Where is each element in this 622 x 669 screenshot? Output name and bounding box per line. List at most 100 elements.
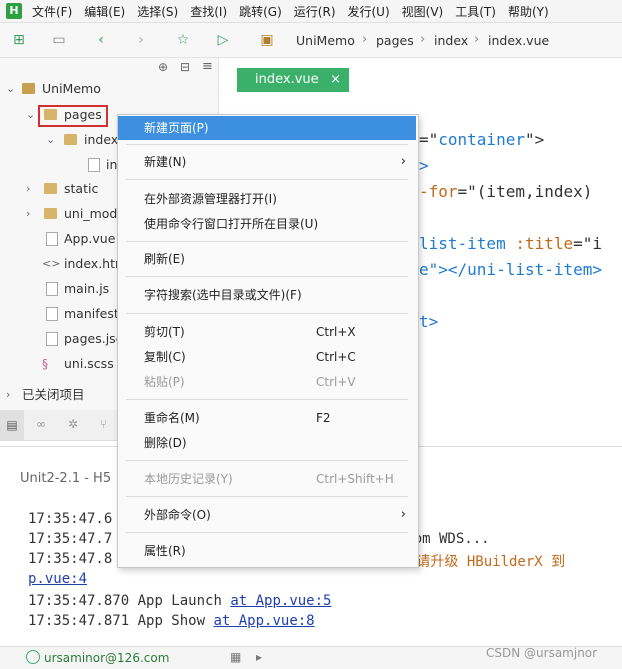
menu-item-local-history[interactable]: 本地历史记录(Y) Ctrl+Shift+H [118, 467, 416, 491]
tab-index-vue[interactable]: index.vue × [237, 68, 349, 92]
menu-item-open-explorer[interactable]: 在外部资源管理器打开(I) [118, 187, 416, 211]
tree-label: manifest [64, 306, 119, 321]
git-icon[interactable]: ⑂ [100, 417, 107, 431]
menu-publish[interactable]: 发行(U) [348, 3, 390, 20]
log-link[interactable]: p.vue:4 [28, 571, 87, 587]
folder-icon [44, 183, 57, 194]
chevron-right-icon: › [362, 32, 368, 47]
menu-select[interactable]: 选择(S) [137, 3, 178, 20]
chevron-down-icon: ⌄ [46, 133, 56, 146]
breadcrumb-project[interactable]: UniMemo [296, 33, 355, 48]
breadcrumb-pages[interactable]: pages [376, 33, 414, 48]
chevron-right-icon: › [400, 507, 406, 522]
back-icon[interactable]: ‹ [92, 31, 110, 49]
code-line: -for="(item,index) [419, 182, 593, 201]
tab-label: index.vue [255, 72, 319, 87]
close-icon[interactable]: × [330, 68, 341, 92]
console-title: Unit2-2.1 - H5 [20, 471, 112, 486]
chevron-down-icon: ⌄ [26, 108, 36, 121]
tree-label: main.js [64, 281, 110, 296]
chevron-right-icon: › [26, 207, 31, 220]
save-icon[interactable]: ▭ [50, 31, 68, 49]
statusbar: ursaminor@126.com ▦ ▸ CSDN @ursamjnor [0, 646, 622, 669]
menu-item-external-command[interactable]: 外部命令(O) › [118, 503, 416, 527]
terminal-icon[interactable]: ▸ [256, 650, 262, 664]
menu-item-new[interactable]: 新建(N) › [118, 150, 416, 174]
watermark: CSDN @ursamjnor [486, 646, 598, 660]
layout-icon[interactable]: ▦ [230, 650, 241, 664]
chevron-right-icon: › [400, 154, 406, 169]
menu-item-cut[interactable]: 剪切(T) Ctrl+X [118, 320, 416, 344]
code-line: t> [419, 312, 439, 331]
chevron-right-icon: › [6, 388, 11, 401]
menu-edit[interactable]: 编辑(E) [84, 3, 125, 20]
star-icon[interactable]: ☆ [174, 31, 192, 49]
collapse-icon[interactable]: ⊟ [180, 60, 190, 74]
log-link[interactable]: at App.vue:5 [230, 593, 331, 609]
log-line: 17:35:47.871 App Show at App.vue:8 [28, 613, 315, 629]
binoculars-icon[interactable]: ∞ [36, 417, 46, 431]
list-icon[interactable]: ▤ [0, 410, 24, 440]
breadcrumb-file[interactable]: index.vue [488, 33, 549, 48]
tree-label: static [64, 181, 99, 196]
json-file-icon [46, 307, 58, 321]
context-menu: 新建页面(P) 新建(N) › 在外部资源管理器打开(I) 使用命令行窗口打开所在… [117, 114, 419, 568]
log-link[interactable]: at App.vue:8 [213, 613, 314, 629]
menu-item-delete[interactable]: 删除(D) [118, 431, 416, 455]
menu-run[interactable]: 运行(R) [294, 3, 336, 20]
menu-icon[interactable]: ≡ [202, 59, 213, 74]
tree-label: uni.scss [64, 356, 114, 371]
json-file-icon [46, 332, 58, 346]
code-line: e"></uni-list-item> [419, 260, 603, 279]
log-line: p.vue:4 [28, 571, 87, 587]
log-line: 17:35:47.6 [28, 511, 113, 527]
new-file-icon[interactable]: ⊞ [10, 31, 28, 49]
menu-item-text-search[interactable]: 字符搜索(选中目录或文件)(F) [118, 283, 416, 307]
tree-label: in [106, 157, 118, 172]
menu-find[interactable]: 查找(I) [190, 3, 227, 20]
scss-file-icon: § [42, 357, 48, 371]
menu-item-copy[interactable]: 复制(C) Ctrl+C [118, 345, 416, 369]
tree-label: App.vue [64, 231, 116, 246]
debug-icon[interactable]: ✲ [68, 417, 78, 431]
tree-label: UniMemo [42, 81, 101, 96]
run-icon[interactable]: ▷ [214, 31, 232, 49]
tree-label: uni_mod [64, 206, 118, 221]
forward-icon[interactable]: › [132, 31, 150, 49]
chevron-right-icon: › [420, 32, 426, 47]
menu-view[interactable]: 视图(V) [402, 3, 444, 20]
menu-item-open-cmd[interactable]: 使用命令行窗口打开所在目录(U) [118, 212, 416, 236]
tree-label: index [84, 132, 119, 147]
menu-file[interactable]: 文件(F) [32, 3, 72, 20]
locate-icon[interactable]: ⊕ [158, 60, 168, 74]
code-line: ="container"> [419, 130, 545, 149]
chevron-right-icon: › [26, 182, 31, 195]
hbuilder-logo-icon: H [6, 3, 22, 19]
code-line: list-item :title="i [419, 234, 603, 253]
log-line: 17:35:47.8 构 ，请升级 HBuilderX 到 [28, 551, 566, 570]
user-account[interactable]: ursaminor@126.com [44, 651, 169, 665]
menu-item-properties[interactable]: 属性(R) [118, 539, 416, 563]
log-line: 17:35:47.870 App Launch at App.vue:5 [28, 593, 332, 609]
project-icon: ▣ [260, 32, 274, 48]
tree-item-root[interactable]: ⌄ UniMemo [0, 78, 218, 100]
chevron-down-icon: ⌄ [6, 82, 16, 95]
menubar: H 文件(F) 编辑(E) 选择(S) 查找(I) 跳转(G) 运行(R) 发行… [0, 0, 622, 23]
menu-item-new-page[interactable]: 新建页面(P) [118, 116, 416, 140]
project-icon [22, 83, 35, 94]
menu-item-refresh[interactable]: 刷新(E) [118, 247, 416, 271]
menu-item-rename[interactable]: 重命名(M) F2 [118, 406, 416, 430]
vue-file-icon [88, 158, 100, 172]
menu-help[interactable]: 帮助(Y) [508, 3, 549, 20]
menu-tools[interactable]: 工具(T) [455, 3, 496, 20]
tree-label: 已关闭项目 [22, 387, 85, 402]
user-icon[interactable] [26, 650, 40, 664]
toolbar: ⊞ ▭ ‹ › ☆ ▷ ▣ UniMemo › pages › index › … [0, 23, 622, 58]
menu-goto[interactable]: 跳转(G) [239, 3, 282, 20]
breadcrumb-index[interactable]: index [434, 33, 468, 48]
menu-item-paste[interactable]: 粘贴(P) Ctrl+V [118, 370, 416, 394]
code-line: > [419, 156, 429, 175]
html-file-icon: <> [42, 257, 61, 270]
log-line: 17:35:47.7 l from WDS... [28, 531, 490, 547]
annotation-highlight-box [38, 105, 108, 127]
